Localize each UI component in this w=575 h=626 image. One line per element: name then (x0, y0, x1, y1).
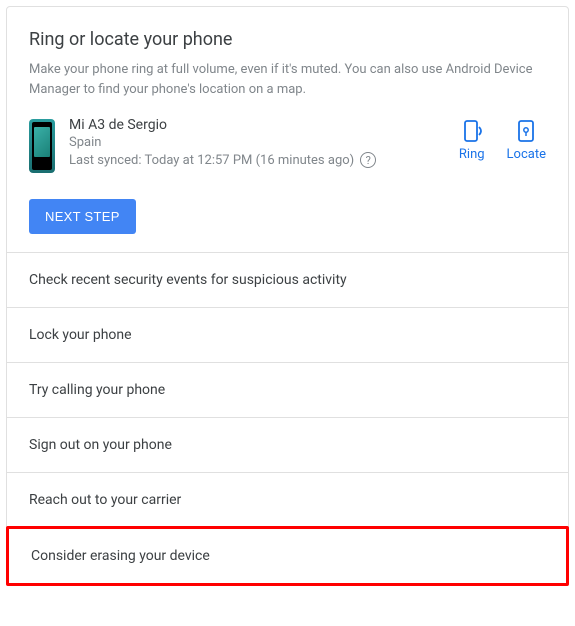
sync-text: Last synced: Today at 12:57 PM (16 minut… (69, 153, 354, 168)
device-sync: Last synced: Today at 12:57 PM (16 minut… (69, 152, 445, 168)
item-carrier[interactable]: Reach out to your carrier (7, 472, 568, 527)
device-info: Mi A3 de Sergio Spain Last synced: Today… (69, 117, 445, 168)
device-thumbnail (29, 119, 55, 173)
item-erase-device[interactable]: Consider erasing your device (6, 526, 569, 586)
ring-icon (460, 119, 484, 143)
item-security-events[interactable]: Check recent security events for suspici… (7, 252, 568, 307)
locate-icon (514, 119, 538, 143)
item-call-phone[interactable]: Try calling your phone (7, 362, 568, 417)
ring-locate-section: Ring or locate your phone Make your phon… (7, 7, 568, 252)
help-icon[interactable]: ? (360, 152, 376, 168)
locate-button[interactable]: Locate (507, 119, 546, 162)
device-name: Mi A3 de Sergio (69, 117, 445, 133)
item-sign-out[interactable]: Sign out on your phone (7, 417, 568, 472)
security-card: Ring or locate your phone Make your phon… (6, 6, 569, 586)
section-title: Ring or locate your phone (29, 29, 546, 50)
locate-label: Locate (507, 147, 546, 162)
ring-label: Ring (459, 147, 485, 162)
item-lock-phone[interactable]: Lock your phone (7, 307, 568, 362)
section-description: Make your phone ring at full volume, eve… (29, 60, 546, 99)
device-location: Spain (69, 135, 445, 150)
ring-button[interactable]: Ring (459, 119, 485, 162)
device-actions: Ring Locate (459, 119, 546, 162)
next-step-button[interactable]: NEXT STEP (29, 199, 136, 234)
device-row: Mi A3 de Sergio Spain Last synced: Today… (29, 117, 546, 173)
